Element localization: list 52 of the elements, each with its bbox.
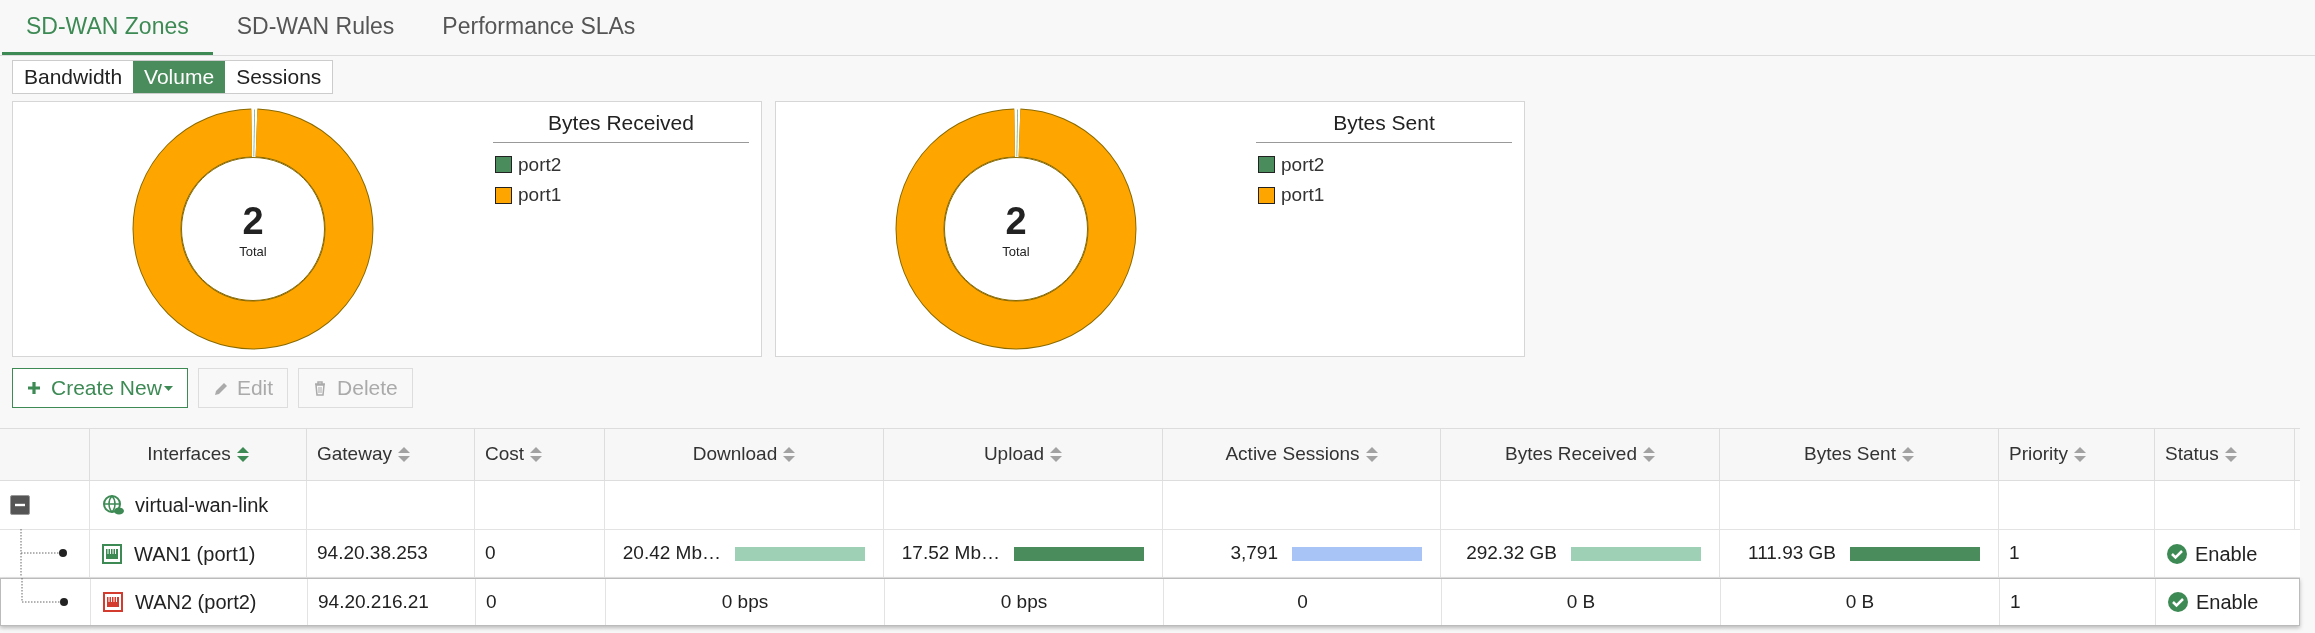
column-header[interactable]: Active Sessions [1225,440,1360,469]
plus-icon [27,380,41,396]
view-toggle-button[interactable]: Volume [133,61,226,93]
column-header[interactable]: Gateway [317,440,392,469]
interface-name: WAN2 (port2) [135,590,257,615]
column-header[interactable]: Interfaces [147,440,231,469]
trash-icon [313,380,328,396]
priority-cell-text: 1 [2010,589,2021,614]
donut-total: 2 [242,202,264,241]
upload-cell-text: 17.52 Mb… [901,541,1000,566]
legend-title: Bytes Sent [1256,106,1512,143]
legend-label: port1 [1281,183,1325,207]
priority-cell-text: 1 [2009,541,2020,566]
tab[interactable]: Performance SLAs [418,0,660,55]
donut-total-label: Total [1002,243,1030,262]
download-cell-text: 20.42 Mb… [622,541,721,566]
legend-label: port2 [518,152,562,177]
collapse-button[interactable] [10,495,30,515]
legend-title: Bytes Received [493,106,749,143]
legend-label: port1 [518,183,562,207]
upload-cell-text: 0 bps [1000,589,1048,614]
status-text: Enable [2196,590,2259,615]
create-button[interactable]: Create New [12,368,188,408]
donut-total: 2 [1005,202,1027,241]
interface-name: WAN1 (port1) [134,541,256,567]
tab[interactable]: SD-WAN Rules [212,0,419,55]
gateway-cell-text: 94.20.216.21 [318,589,429,614]
bytes-received-cell-text: 292.32 GB [1466,541,1557,566]
active-sessions-cell-text: 3,791 [1230,541,1278,566]
bytes-received-cell-text: 0 B [1566,589,1596,614]
bytes-sent-cell-text: 0 B [1845,589,1875,614]
caret-icon [163,385,173,391]
donut-total-label: Total [239,243,267,262]
cost-cell-text: 0 [485,541,496,566]
column-header[interactable]: Download [692,440,778,469]
active-sessions-cell-text: 0 [1297,589,1308,614]
legend-label: port2 [1281,152,1325,177]
cost-cell-text: 0 [486,589,497,614]
download-cell-text: 0 bps [721,589,769,614]
column-header[interactable]: Priority [2009,440,2069,469]
column-header[interactable]: Upload [983,440,1045,469]
column-header[interactable]: Bytes Received [1505,440,1637,469]
tab[interactable]: SD-WAN Zones [2,0,213,55]
bytes-sent-cell-text: 111.93 GB [1747,541,1836,566]
pencil-icon [212,380,227,396]
column-header[interactable]: Status [2165,440,2219,469]
gateway-cell-text: 94.20.38.253 [317,541,428,566]
status-text: Enable [2195,541,2258,567]
column-header[interactable]: Cost [485,440,525,469]
interface-name: virtual-wan-link [135,493,269,518]
column-header[interactable]: Bytes Sent [1804,440,1896,469]
globe-icon [102,494,125,516]
